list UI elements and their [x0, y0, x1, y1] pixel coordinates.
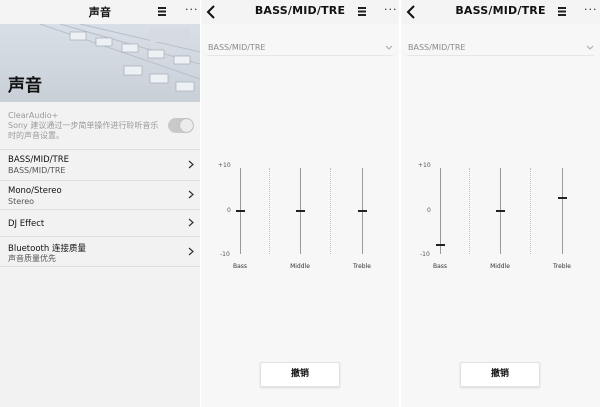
band-label-bass: Bass	[432, 263, 448, 270]
slider-handle-bass[interactable]	[236, 210, 245, 212]
tick-label-top: +10	[218, 162, 231, 169]
list-item-label: Mono/Stereo	[8, 186, 62, 196]
slider-handle-bass[interactable]	[436, 244, 445, 247]
clear-audio-section: ClearAudio+ Sony 建议通过一步简单操作进行聆听音乐时的声音设置。	[0, 102, 200, 148]
dotted-guide	[530, 168, 531, 254]
clear-audio-toggle[interactable]	[168, 118, 194, 133]
slider-track-treble[interactable]	[562, 168, 563, 254]
list-item-value: Stereo	[8, 197, 35, 206]
undo-button[interactable]: 撤销	[260, 362, 340, 387]
slider-handle-treble[interactable]	[558, 197, 567, 200]
eq-screen-default: BASS/MID/TRE ··· BASS/MID/TRE +10 0 -10 …	[201, 0, 399, 407]
band-label-middle: Middle	[290, 263, 310, 270]
list-item-label: BASS/MID/TRE	[8, 155, 70, 165]
chevron-right-icon	[188, 247, 194, 256]
tick-label-top: +10	[418, 162, 431, 169]
eq-sliders: +10 0 -10 Bass Middle Treble	[401, 0, 600, 300]
tick-label-bottom: -10	[220, 251, 230, 258]
chevron-right-icon	[188, 218, 194, 227]
hero-banner: 声音	[0, 24, 200, 102]
list-item-dj-effect[interactable]: DJ Effect	[0, 209, 200, 235]
slider-track-bass[interactable]	[440, 168, 441, 254]
stack-icon[interactable]	[158, 7, 166, 16]
tick-label-bottom: -10	[420, 251, 430, 258]
slider-handle-middle[interactable]	[496, 210, 505, 212]
list-item-label: DJ Effect	[8, 219, 45, 229]
tick-label-mid: 0	[427, 207, 431, 214]
band-label-middle: Middle	[490, 263, 510, 270]
list-divider	[0, 266, 200, 267]
clear-audio-label: ClearAudio+	[8, 111, 59, 120]
list-item-bass-mid-tre[interactable]: BASS/MID/TRE BASS/MID/TRE	[0, 149, 200, 179]
screen-title: 声音	[88, 6, 112, 19]
dotted-guide	[269, 168, 270, 254]
dotted-guide	[469, 168, 470, 254]
clear-audio-description: Sony 建议通过一步简单操作进行聆听音乐时的声音设置。	[8, 121, 159, 140]
toggle-knob	[180, 119, 193, 132]
band-label-treble: Treble	[353, 263, 371, 270]
chevron-right-icon	[188, 190, 194, 199]
list-item-value: 声音质量优先	[8, 254, 56, 263]
list-item-value: BASS/MID/TRE	[8, 166, 66, 175]
band-label-bass: Bass	[232, 263, 248, 270]
tick-label-mid: 0	[227, 207, 231, 214]
dotted-guide	[330, 168, 331, 254]
slider-handle-middle[interactable]	[296, 210, 305, 212]
eq-screen-adjusted: BASS/MID/TRE ··· BASS/MID/TRE +10 0 -10 …	[401, 0, 600, 407]
list-item-bluetooth-quality[interactable]: Bluetooth 连接质量 声音质量优先	[0, 236, 200, 266]
more-icon[interactable]: ···	[185, 3, 199, 16]
chevron-right-icon	[188, 160, 194, 169]
slider-handle-treble[interactable]	[358, 210, 367, 212]
undo-button[interactable]: 撤销	[460, 362, 540, 387]
sound-screen: 声音 ··· 声音 ClearAudio+ Sony 建议通过一步简单操作进行聆…	[0, 0, 200, 407]
hero-title: 声音	[8, 76, 42, 96]
top-bar: 声音 ···	[0, 0, 200, 24]
band-label-treble: Treble	[553, 263, 571, 270]
list-item-mono-stereo[interactable]: Mono/Stereo Stereo	[0, 180, 200, 208]
eq-sliders: +10 0 -10 Bass Middle Treble	[201, 0, 399, 300]
